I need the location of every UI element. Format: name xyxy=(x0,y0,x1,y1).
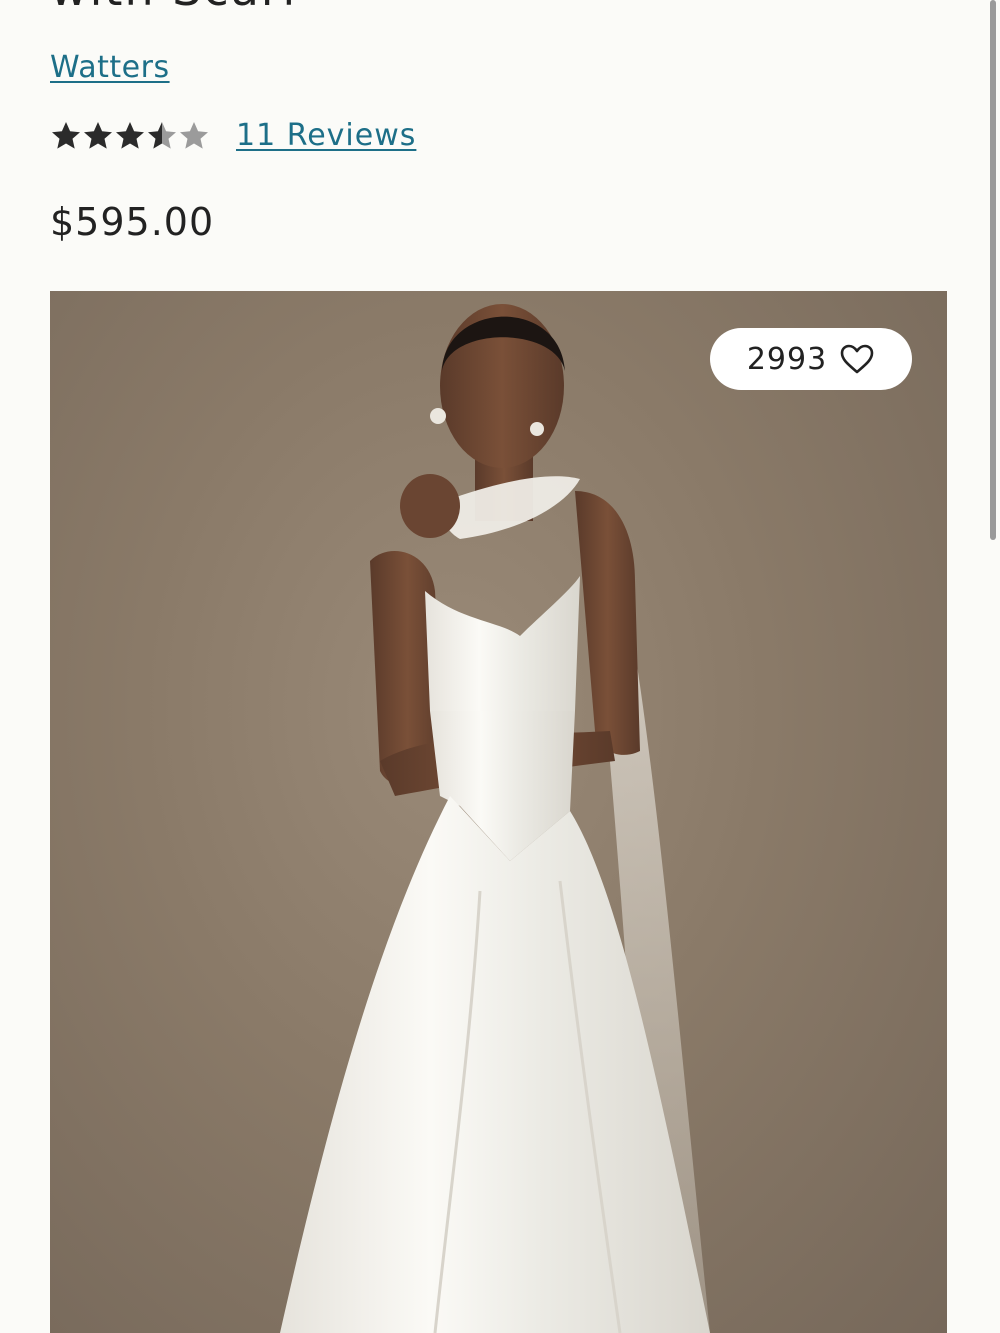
heart-outline-icon xyxy=(840,344,874,374)
brand-link[interactable]: Watters xyxy=(50,50,170,85)
favorite-button[interactable]: 2993 xyxy=(710,328,912,390)
product-detail-page: with Scarf Watters 11 Reviews $595.00 xyxy=(0,0,1000,1333)
star-icon xyxy=(84,121,112,149)
product-price: $595.00 xyxy=(50,200,215,244)
rating-row: 11 Reviews xyxy=(50,118,416,153)
star-rating xyxy=(50,120,210,152)
product-title: with Scarf xyxy=(50,0,300,12)
star-icon xyxy=(116,121,144,149)
reviews-link[interactable]: 11 Reviews xyxy=(236,118,416,153)
star-icon xyxy=(180,121,208,149)
scrollbar[interactable] xyxy=(990,0,996,540)
product-image[interactable]: 2993 xyxy=(50,291,947,1333)
star-icon xyxy=(148,121,176,149)
model-in-dress-photo xyxy=(280,304,710,1333)
favorite-count: 2993 xyxy=(746,341,828,377)
star-icon xyxy=(52,121,80,149)
